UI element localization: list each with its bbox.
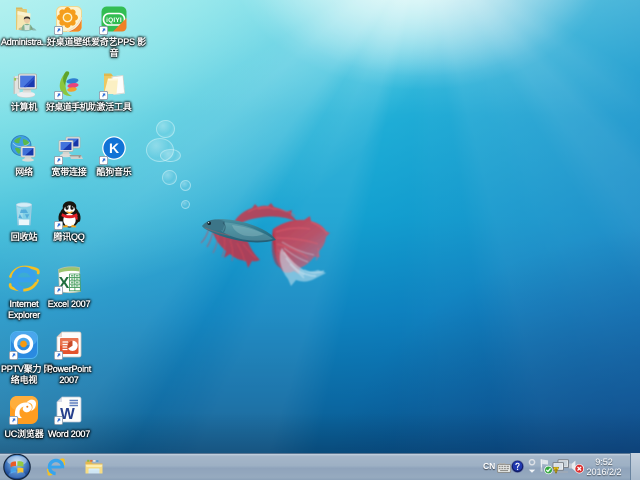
svg-text:K: K xyxy=(109,140,119,156)
svg-text:iQIYI: iQIYI xyxy=(106,17,122,24)
